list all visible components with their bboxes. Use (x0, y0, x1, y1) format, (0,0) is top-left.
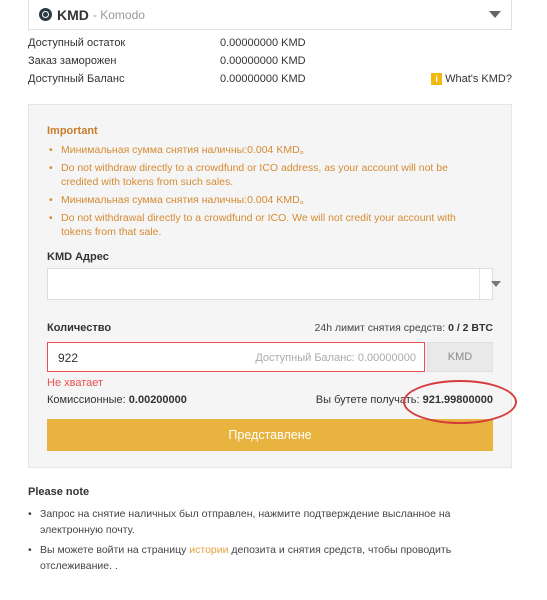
fee-info: Комиссионные: 0.00200000 (47, 394, 187, 406)
quantity-unit: KMD (427, 342, 493, 372)
coin-select[interactable]: KMD - Komodo (28, 0, 512, 30)
whats-kmd-link[interactable]: i What's KMD? (431, 73, 512, 85)
important-item: Do not withdraw directly to a crowdfund … (47, 161, 487, 189)
balance-label: Заказ заморожен (28, 55, 117, 67)
balance-value: 0.00000000 KMD (220, 37, 306, 49)
receive-label: Вы бутете получать: (315, 394, 423, 406)
limit-prefix: 24h лимит снятия средств: (314, 322, 449, 334)
history-link[interactable]: истории (189, 544, 228, 556)
note-text: Вы можете войти на страницу (40, 544, 190, 556)
available-balance-hint: Доступный Баланс: 0.00000000 (255, 352, 416, 364)
submit-button[interactable]: Представлене (47, 419, 493, 451)
info-icon: i (431, 73, 443, 85)
coin-name: - Komodo (92, 7, 145, 22)
balance-row-total: Доступный Баланс 0.00000000 KMD i What's… (28, 73, 512, 89)
important-item: Минимальная сумма снятия наличны:0.004 K… (47, 193, 487, 207)
balance-value: 0.00000000 KMD (220, 73, 306, 85)
note-title: Please note (28, 486, 90, 498)
important-title: Important (47, 125, 98, 137)
limit-value: 0 / 2 BTC (448, 322, 493, 334)
important-item: Минимальная сумма снятия наличны:0.004 K… (47, 143, 487, 157)
coin-symbol: KMD (57, 6, 89, 23)
komodo-logo-icon (39, 8, 52, 21)
note-list: Запрос на снятие наличных был отправлен,… (28, 506, 498, 578)
withdraw-limit: 24h лимит снятия средств: 0 / 2 BTC (315, 322, 493, 334)
address-input[interactable] (47, 268, 501, 300)
error-message: Не хватает (47, 377, 104, 389)
important-list: Минимальная сумма снятия наличны:0.004 K… (47, 143, 487, 243)
withdraw-panel: Important Минимальная сумма снятия налич… (28, 104, 512, 468)
balance-label: Доступный Баланс (28, 73, 125, 85)
fee-label: Комиссионные: (47, 394, 129, 406)
address-dropdown-icon[interactable] (479, 269, 512, 299)
receive-value: 921.99800000 (422, 394, 493, 406)
whats-kmd-label: What's KMD? (445, 73, 512, 85)
balance-value: 0.00000000 KMD (220, 55, 306, 67)
balance-row-frozen: Заказ заморожен 0.00000000 KMD (28, 55, 512, 71)
quantity-input[interactable]: 922 Доступный Баланс: 0.00000000 (47, 342, 425, 372)
note-item: Запрос на снятие наличных был отправлен,… (28, 506, 498, 538)
fee-value: 0.00200000 (128, 394, 187, 406)
quantity-value: 922 (58, 351, 79, 365)
balance-label: Доступный остаток (28, 37, 126, 49)
address-label: KMD Адрес (47, 251, 109, 263)
quantity-label: Количество (47, 322, 112, 334)
receive-info: Вы бутете получать: 921.99800000 (316, 394, 493, 406)
balance-row-available: Доступный остаток 0.00000000 KMD (28, 37, 512, 53)
chevron-down-icon[interactable] (489, 11, 501, 18)
important-item: Do not withdrawal directly to a crowdfun… (47, 211, 487, 239)
note-item: Вы можете войти на страницу истории депо… (28, 542, 498, 574)
